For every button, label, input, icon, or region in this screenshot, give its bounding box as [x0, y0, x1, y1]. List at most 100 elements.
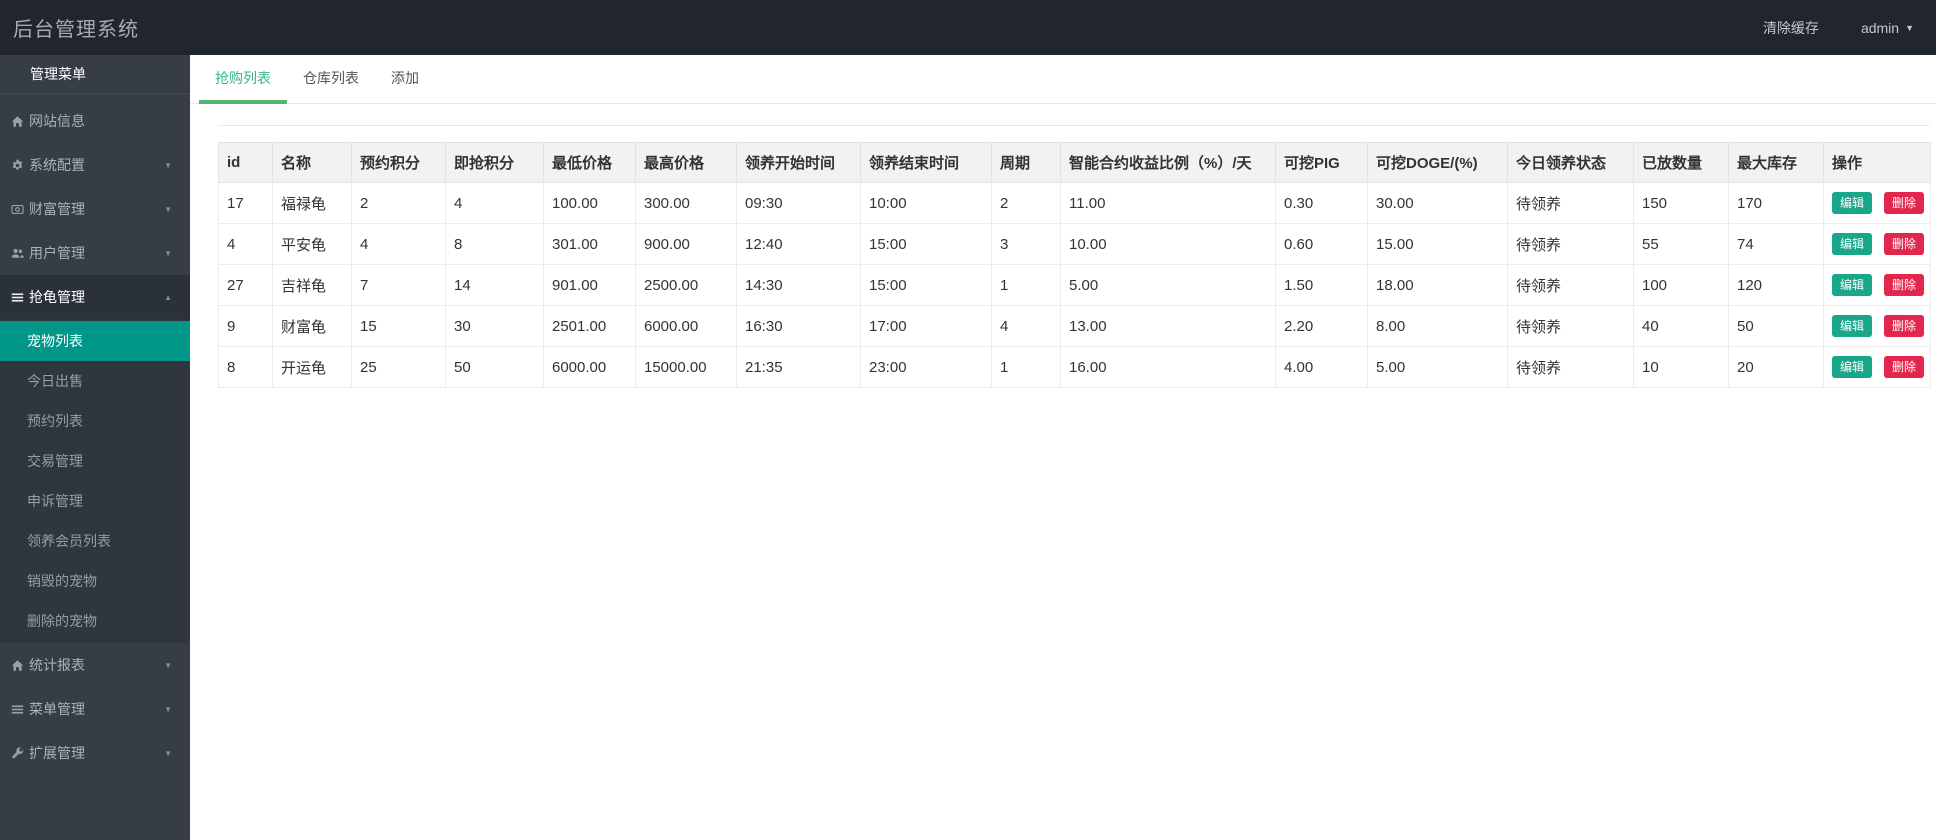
cogs-icon	[10, 158, 24, 172]
table-cell: 120	[1729, 265, 1824, 306]
table-cell: 25	[352, 347, 446, 388]
edit-button[interactable]: 编辑	[1832, 274, 1872, 296]
tab[interactable]: 添加	[375, 55, 435, 103]
edit-button[interactable]: 编辑	[1832, 192, 1872, 214]
topbar: 后台管理系统 清除缓存 admin ▼	[0, 0, 1936, 55]
table-cell: 300.00	[636, 183, 737, 224]
divider	[218, 125, 1930, 126]
caret-down-icon: ▼	[1905, 23, 1914, 33]
table-cell: 150	[1634, 183, 1729, 224]
table-cell: 100	[1634, 265, 1729, 306]
table-header-row: id名称预约积分即抢积分最低价格最高价格领养开始时间领养结束时间周期智能合约收益…	[219, 143, 1931, 183]
table-cell: 901.00	[544, 265, 636, 306]
table-cell: 15:00	[861, 224, 992, 265]
sidebar-subitem[interactable]: 今日出售	[0, 361, 190, 401]
table-cell: 09:30	[737, 183, 861, 224]
caret-down-icon: ▼	[164, 161, 172, 170]
table-cell: 4	[446, 183, 544, 224]
sidebar-subitem[interactable]: 宠物列表	[0, 321, 190, 361]
table-cell: 170	[1729, 183, 1824, 224]
table-cell: 2500.00	[636, 265, 737, 306]
sidebar-item[interactable]: 用户管理▼	[0, 231, 190, 275]
sidebar-subitem[interactable]: 交易管理	[0, 441, 190, 481]
delete-button[interactable]: 删除	[1884, 192, 1924, 214]
sidebar-subitem-label: 删除的宠物	[27, 613, 97, 629]
sidebar-item-label: 统计报表	[29, 655, 85, 675]
delete-button[interactable]: 删除	[1884, 274, 1924, 296]
table-cell: 10.00	[1061, 224, 1276, 265]
actions-cell: 编辑删除	[1824, 224, 1931, 265]
table-cell: 50	[446, 347, 544, 388]
table-cell: 6000.00	[636, 306, 737, 347]
column-header: id	[219, 143, 273, 183]
table-cell: 30	[446, 306, 544, 347]
delete-button[interactable]: 删除	[1884, 315, 1924, 337]
table-cell: 15:00	[861, 265, 992, 306]
table-cell: 8	[219, 347, 273, 388]
column-header: 领养开始时间	[737, 143, 861, 183]
sidebar-subitem[interactable]: 领养会员列表	[0, 521, 190, 561]
sidebar-subitem[interactable]: 删除的宠物	[0, 601, 190, 641]
home-icon	[10, 114, 24, 128]
table-cell: 14	[446, 265, 544, 306]
tab-label: 仓库列表	[303, 70, 359, 86]
column-header: 最低价格	[544, 143, 636, 183]
table-cell: 待领养	[1508, 224, 1634, 265]
column-header: 周期	[992, 143, 1061, 183]
sidebar-item[interactable]: 菜单管理▼	[0, 687, 190, 731]
sidebar-item[interactable]: 系统配置▼	[0, 143, 190, 187]
table-cell: 17:00	[861, 306, 992, 347]
sidebar-subitem[interactable]: 销毁的宠物	[0, 561, 190, 601]
table-cell: 12:40	[737, 224, 861, 265]
table-cell: 待领养	[1508, 306, 1634, 347]
topbar-right: 清除缓存 admin ▼	[1763, 18, 1936, 38]
sidebar-item-label: 菜单管理	[29, 699, 85, 719]
tab[interactable]: 抢购列表	[199, 55, 287, 103]
table-cell: 6000.00	[544, 347, 636, 388]
table-cell: 16:30	[737, 306, 861, 347]
wrench-icon	[10, 746, 24, 760]
tab[interactable]: 仓库列表	[287, 55, 375, 103]
table-cell: 15.00	[1368, 224, 1508, 265]
list-icon	[10, 702, 24, 716]
sidebar-item[interactable]: 网站信息	[0, 99, 190, 143]
list-icon	[10, 290, 24, 304]
sidebar-subitem[interactable]: 预约列表	[0, 401, 190, 441]
sidebar-subitem[interactable]: 申诉管理	[0, 481, 190, 521]
table-cell: 4	[219, 224, 273, 265]
sidebar-menu: 网站信息系统配置▼ 财富管理 ▼ 用户管理▼抢龟管理▲宠物列表今日出售预约列表交易管理…	[0, 94, 190, 775]
sidebar-item-label: 财富管理	[29, 199, 85, 219]
delete-button[interactable]: 删除	[1884, 356, 1924, 378]
sidebar-header: 管理菜单	[0, 55, 190, 94]
table-cell: 2	[992, 183, 1061, 224]
sidebar-item[interactable]: 统计报表▼	[0, 643, 190, 687]
edit-button[interactable]: 编辑	[1832, 315, 1872, 337]
sidebar: 管理菜单 网站信息系统配置▼ 财富管理 ▼ 用户管理▼抢龟管理▲宠物列表今日出售预约列…	[0, 55, 190, 840]
delete-button[interactable]: 删除	[1884, 233, 1924, 255]
table-cell: 4.00	[1276, 347, 1368, 388]
table-cell: 财富龟	[273, 306, 352, 347]
actions-cell: 编辑删除	[1824, 183, 1931, 224]
home-icon	[10, 658, 24, 672]
table-cell: 5.00	[1061, 265, 1276, 306]
user-menu[interactable]: admin ▼	[1861, 20, 1914, 36]
edit-button[interactable]: 编辑	[1832, 233, 1872, 255]
edit-button[interactable]: 编辑	[1832, 356, 1872, 378]
sidebar-subitem-label: 预约列表	[27, 413, 83, 429]
sidebar-item[interactable]: 财富管理 ▼	[0, 187, 190, 231]
table-cell: 10:00	[861, 183, 992, 224]
table-cell: 74	[1729, 224, 1824, 265]
table-cell: 3	[992, 224, 1061, 265]
sidebar-subitem-label: 销毁的宠物	[27, 573, 97, 589]
column-header: 领养结束时间	[861, 143, 992, 183]
table-cell: 301.00	[544, 224, 636, 265]
table-cell: 50	[1729, 306, 1824, 347]
table-cell: 15000.00	[636, 347, 737, 388]
caret-down-icon: ▼	[164, 205, 172, 214]
sidebar-item-label: 网站信息	[29, 111, 85, 131]
sidebar-item[interactable]: 抢龟管理▲	[0, 275, 190, 319]
sidebar-item[interactable]: 扩展管理▼	[0, 731, 190, 775]
clear-cache-link[interactable]: 清除缓存	[1763, 18, 1819, 38]
table-cell: 8	[446, 224, 544, 265]
column-header: 最大库存	[1729, 143, 1824, 183]
